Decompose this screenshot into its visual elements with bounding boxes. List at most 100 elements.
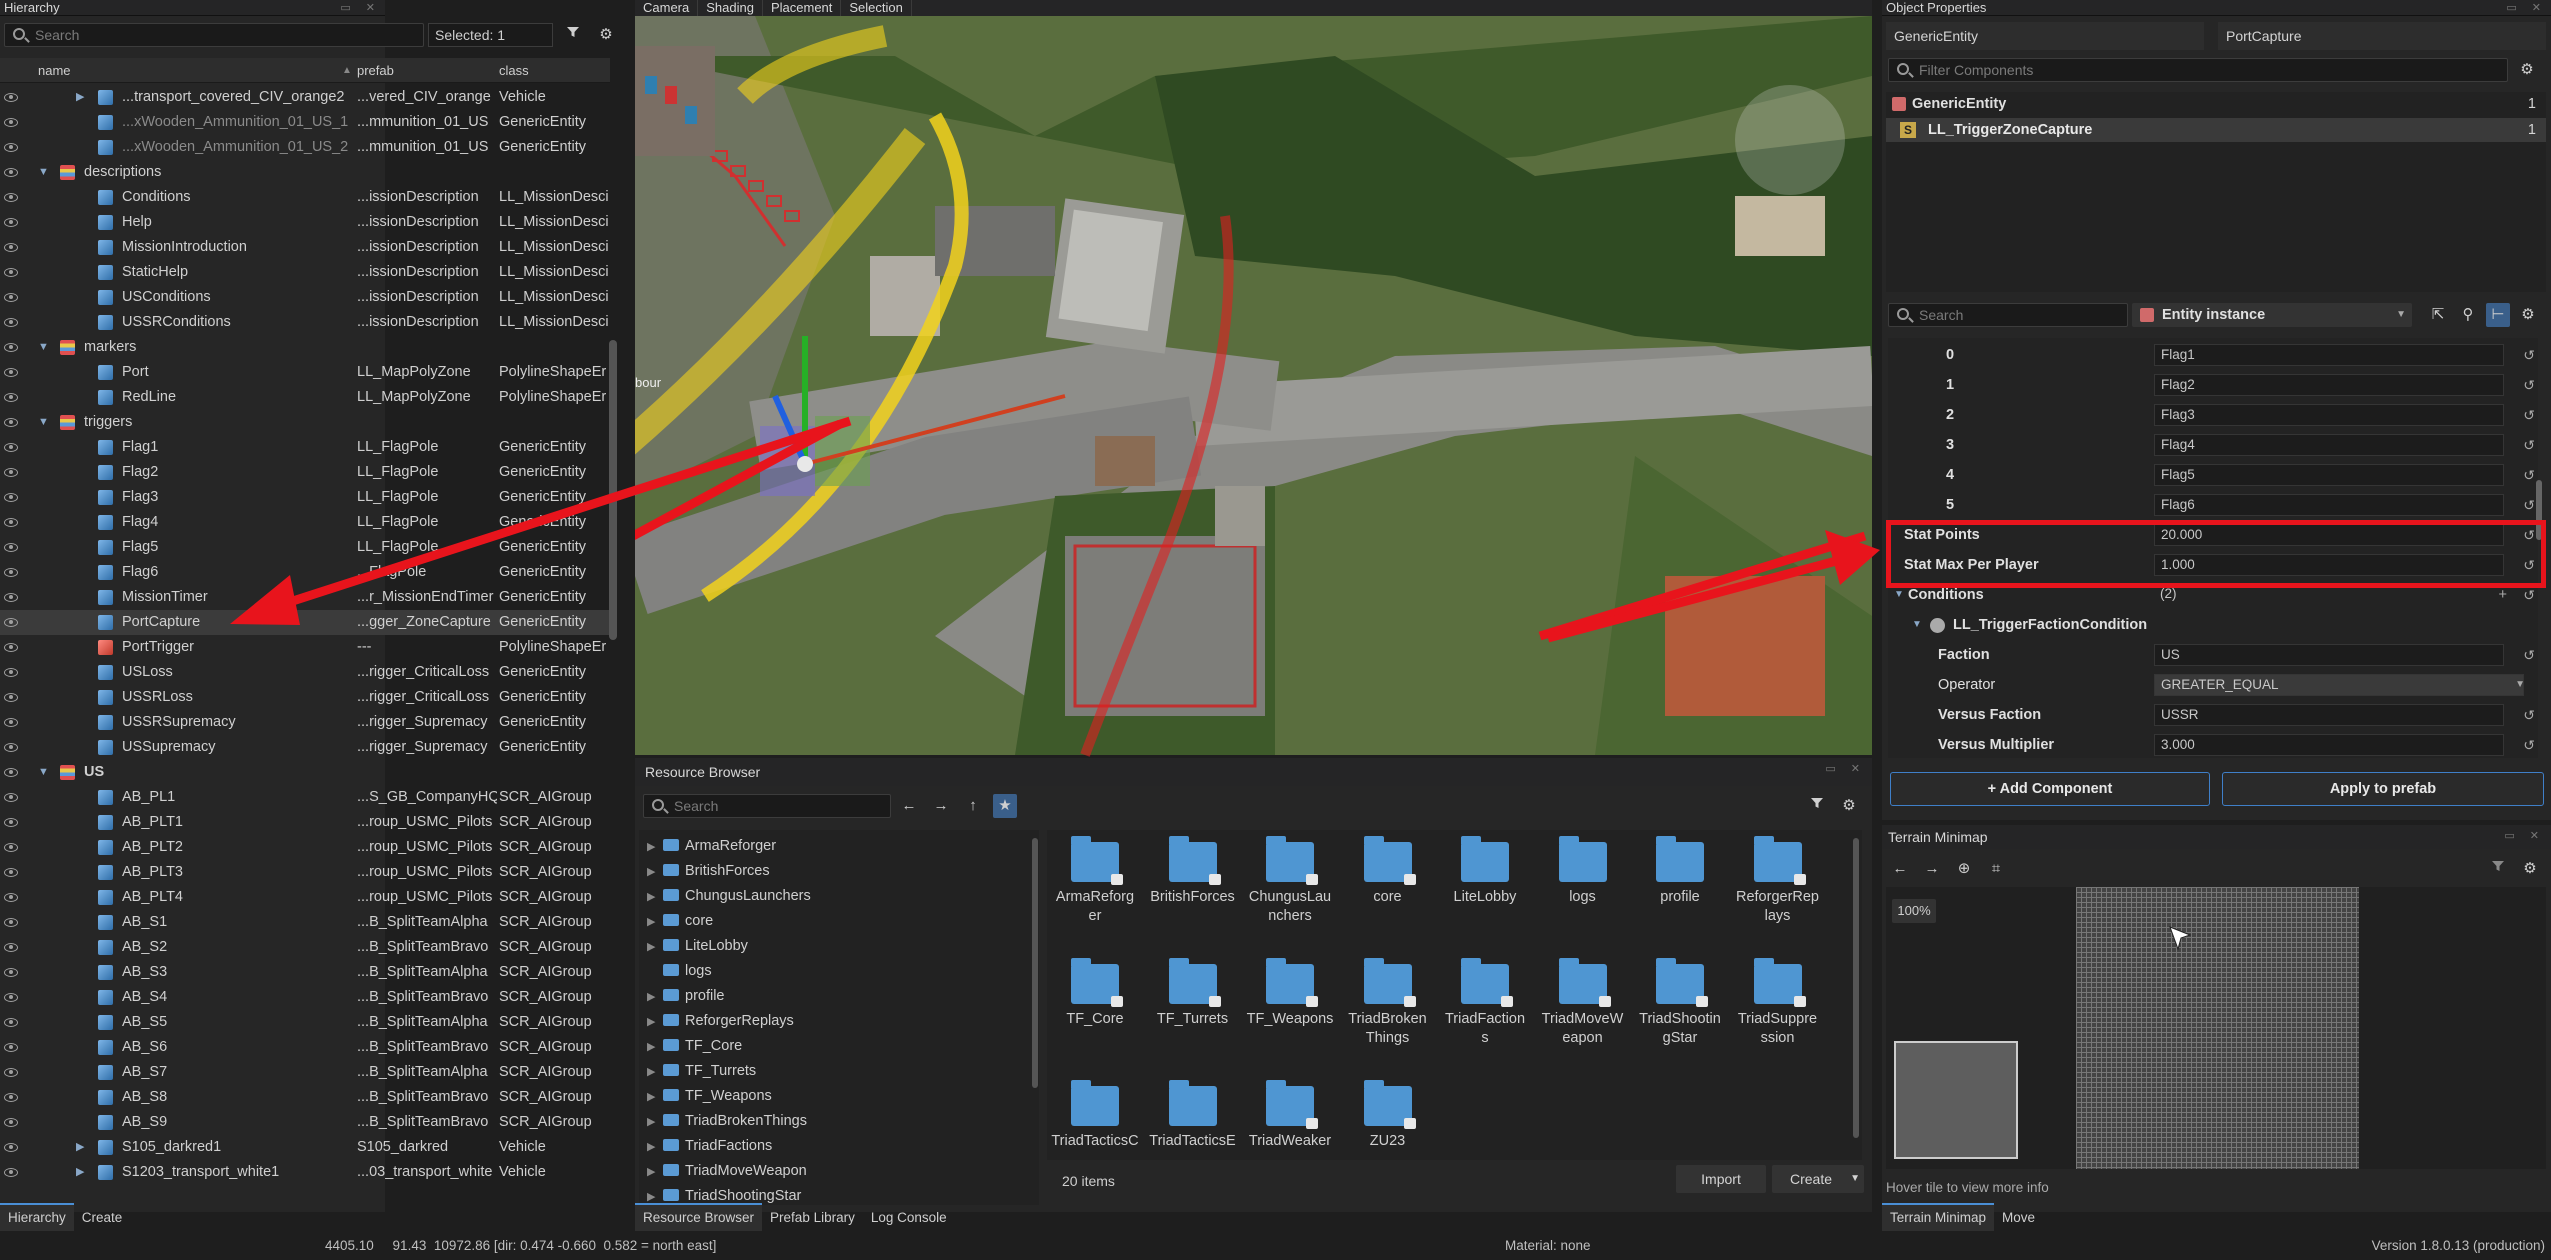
visibility-eye-icon[interactable] bbox=[4, 518, 18, 527]
hierarchy-row[interactable]: AB_PLT4 ...roup_USMC_Pilots SCR_AIGroup bbox=[0, 885, 610, 910]
visibility-eye-icon[interactable] bbox=[4, 343, 18, 352]
visibility-eye-icon[interactable] bbox=[4, 968, 18, 977]
folder-item[interactable]: LiteLobby bbox=[1435, 836, 1535, 907]
hierarchy-row[interactable]: AB_PLT3 ...roup_USMC_Pilots SCR_AIGroup bbox=[0, 860, 610, 885]
crop-button[interactable]: ⌗ bbox=[1984, 857, 2008, 881]
find-button[interactable]: ⚲ bbox=[2456, 303, 2480, 327]
visibility-eye-icon[interactable] bbox=[4, 1018, 18, 1027]
tree-folder[interactable]: ▶ TF_Core bbox=[647, 1034, 742, 1059]
tree-folder[interactable]: ▶ LiteLobby bbox=[647, 934, 748, 959]
minimap-view-rect[interactable] bbox=[1894, 1041, 2018, 1159]
reset-icon[interactable]: ↺ bbox=[2523, 400, 2535, 430]
hierarchy-row[interactable]: Flag4 LL_FlagPole GenericEntity bbox=[0, 510, 610, 535]
visibility-eye-icon[interactable] bbox=[4, 643, 18, 652]
tab-log-console[interactable]: Log Console bbox=[863, 1205, 955, 1231]
hierarchy-row[interactable]: AB_S5 ...B_SplitTeamAlpha SCR_AIGroup bbox=[0, 1010, 610, 1035]
tree-folder[interactable]: ▶ ReforgerReplays bbox=[647, 1009, 794, 1034]
tab-move[interactable]: Move bbox=[1994, 1205, 2043, 1231]
property-value[interactable]: Flag2 bbox=[2154, 374, 2504, 396]
hierarchy-row[interactable]: ▶ S1203_transport_white1 ...03_transport_w… bbox=[0, 1160, 610, 1185]
hierarchy-row[interactable]: MissionTimer ...r_MissionEndTimer GenericE… bbox=[0, 585, 610, 610]
tab-shading[interactable]: Shading bbox=[698, 0, 763, 16]
visibility-eye-icon[interactable] bbox=[4, 993, 18, 1002]
props-settings-button[interactable]: ⚙ bbox=[2516, 303, 2540, 327]
reset-icon[interactable]: ↺ bbox=[2523, 340, 2535, 370]
hierarchy-row[interactable]: Flag2 LL_FlagPole GenericEntity bbox=[0, 460, 610, 485]
folder-item[interactable]: ReforgerRep lays bbox=[1728, 836, 1828, 926]
hierarchy-row[interactable]: USSRSupremacy ...rigger_Supremacy GenericE… bbox=[0, 710, 610, 735]
property-value[interactable]: Flag1 bbox=[2154, 344, 2504, 366]
viewport-scene[interactable] bbox=[635, 16, 1872, 771]
chevron-right-icon[interactable]: ▶ bbox=[76, 1160, 84, 1185]
visibility-eye-icon[interactable] bbox=[4, 318, 18, 327]
property-search-input[interactable]: Search bbox=[1888, 303, 2128, 327]
resource-search-input[interactable]: Search bbox=[643, 794, 891, 818]
minimap-forward-button[interactable]: → bbox=[1920, 857, 1944, 881]
hierarchy-scrollbar[interactable] bbox=[609, 340, 617, 640]
tab-placement[interactable]: Placement bbox=[763, 0, 842, 16]
visibility-eye-icon[interactable] bbox=[4, 743, 18, 752]
chevron-right-icon[interactable]: ▶ bbox=[647, 1110, 663, 1135]
visibility-eye-icon[interactable] bbox=[4, 943, 18, 952]
folder-item[interactable]: TriadWeaker bbox=[1240, 1080, 1340, 1151]
property-value[interactable]: USSR bbox=[2154, 704, 2504, 726]
component-row[interactable]: S LL_TriggerZoneCapture 1 bbox=[1886, 118, 2546, 142]
chevron-down-icon[interactable]: ▼ bbox=[38, 760, 49, 785]
reset-icon[interactable]: ↺ bbox=[2523, 430, 2535, 460]
visibility-eye-icon[interactable] bbox=[4, 1043, 18, 1052]
visibility-eye-icon[interactable] bbox=[4, 1168, 18, 1177]
visibility-eye-icon[interactable] bbox=[4, 868, 18, 877]
tree-folder[interactable]: ▶ TriadMoveWeapon bbox=[647, 1159, 807, 1184]
create-button[interactable]: Create ▼ bbox=[1772, 1165, 1864, 1193]
folder-item[interactable]: TriadBroken Things bbox=[1338, 958, 1438, 1048]
visibility-eye-icon[interactable] bbox=[4, 818, 18, 827]
visibility-eye-icon[interactable] bbox=[4, 1118, 18, 1127]
folder-item[interactable]: TF_Weapons bbox=[1240, 958, 1340, 1029]
hierarchy-row[interactable]: PortCapture ...gger_ZoneCapture GenericEnt… bbox=[0, 610, 610, 635]
hierarchy-row[interactable]: Port LL_MapPolyZone PolylineShapeEr bbox=[0, 360, 610, 385]
reset-icon[interactable]: ↺ bbox=[2523, 730, 2535, 760]
filter-button[interactable] bbox=[1805, 794, 1829, 818]
column-name[interactable]: name bbox=[38, 58, 71, 83]
visibility-eye-icon[interactable] bbox=[4, 418, 18, 427]
panel-window-buttons[interactable]: ▭ ✕ bbox=[2506, 0, 2547, 16]
hierarchy-row[interactable]: ▶ ...transport_covered_CIV_orange2 ...vere… bbox=[0, 85, 610, 110]
visibility-eye-icon[interactable] bbox=[4, 218, 18, 227]
visibility-eye-icon[interactable] bbox=[4, 793, 18, 802]
chevron-down-icon[interactable]: ▼ bbox=[1912, 610, 1922, 640]
chevron-right-icon[interactable]: ▶ bbox=[647, 1160, 663, 1185]
hierarchy-row[interactable]: AB_S9 ...B_SplitTeamBravo SCR_AIGroup bbox=[0, 1110, 610, 1135]
filter-components-input[interactable]: Filter Components bbox=[1888, 58, 2508, 82]
folder-item[interactable]: TF_Turrets bbox=[1143, 958, 1243, 1029]
hierarchy-row[interactable]: Flag1 LL_FlagPole GenericEntity bbox=[0, 435, 610, 460]
back-button[interactable]: ← bbox=[897, 794, 921, 818]
visibility-eye-icon[interactable] bbox=[4, 368, 18, 377]
visibility-eye-icon[interactable] bbox=[4, 1093, 18, 1102]
reset-icon[interactable]: ↺ bbox=[2523, 460, 2535, 490]
chevron-right-icon[interactable]: ▶ bbox=[647, 885, 663, 910]
hierarchy-row[interactable]: USSRConditions ...issionDescription LL_Mis… bbox=[0, 310, 610, 335]
visibility-eye-icon[interactable] bbox=[4, 193, 18, 202]
folder-item[interactable]: TriadSuppre ssion bbox=[1728, 958, 1828, 1048]
hierarchy-row[interactable]: ▼ markers bbox=[0, 335, 610, 360]
hierarchy-row[interactable]: ...xWooden_Ammunition_01_US_2 ...mmunitio… bbox=[0, 135, 610, 160]
tab-terrain-minimap[interactable]: Terrain Minimap bbox=[1882, 1203, 1995, 1231]
visibility-eye-icon[interactable] bbox=[4, 918, 18, 927]
tab-camera[interactable]: Camera bbox=[635, 0, 699, 16]
hierarchy-view-button[interactable]: ⊢ bbox=[2486, 303, 2510, 327]
folder-item[interactable]: TriadShootin gStar bbox=[1630, 958, 1730, 1048]
hierarchy-row[interactable]: ▶ S105_darkred1 S105_darkred Vehicle bbox=[0, 1135, 610, 1160]
visibility-eye-icon[interactable] bbox=[4, 468, 18, 477]
tree-folder[interactable]: ▶ profile bbox=[647, 984, 725, 1009]
chevron-right-icon[interactable]: ▶ bbox=[647, 835, 663, 860]
tab-prefab-library[interactable]: Prefab Library bbox=[762, 1205, 863, 1231]
reset-icon[interactable]: ↺ bbox=[2523, 490, 2535, 520]
hierarchy-row[interactable]: AB_PL1 ...S_GB_CompanyHQ SCR_AIGroup bbox=[0, 785, 610, 810]
visibility-eye-icon[interactable] bbox=[4, 293, 18, 302]
folder-item[interactable]: ChungusLau nchers bbox=[1240, 836, 1340, 926]
visibility-eye-icon[interactable] bbox=[4, 668, 18, 677]
folder-item[interactable]: ZU23 bbox=[1338, 1080, 1438, 1151]
property-value[interactable]: Flag3 bbox=[2154, 404, 2504, 426]
column-prefab[interactable]: prefab bbox=[357, 58, 394, 83]
visibility-eye-icon[interactable] bbox=[4, 693, 18, 702]
